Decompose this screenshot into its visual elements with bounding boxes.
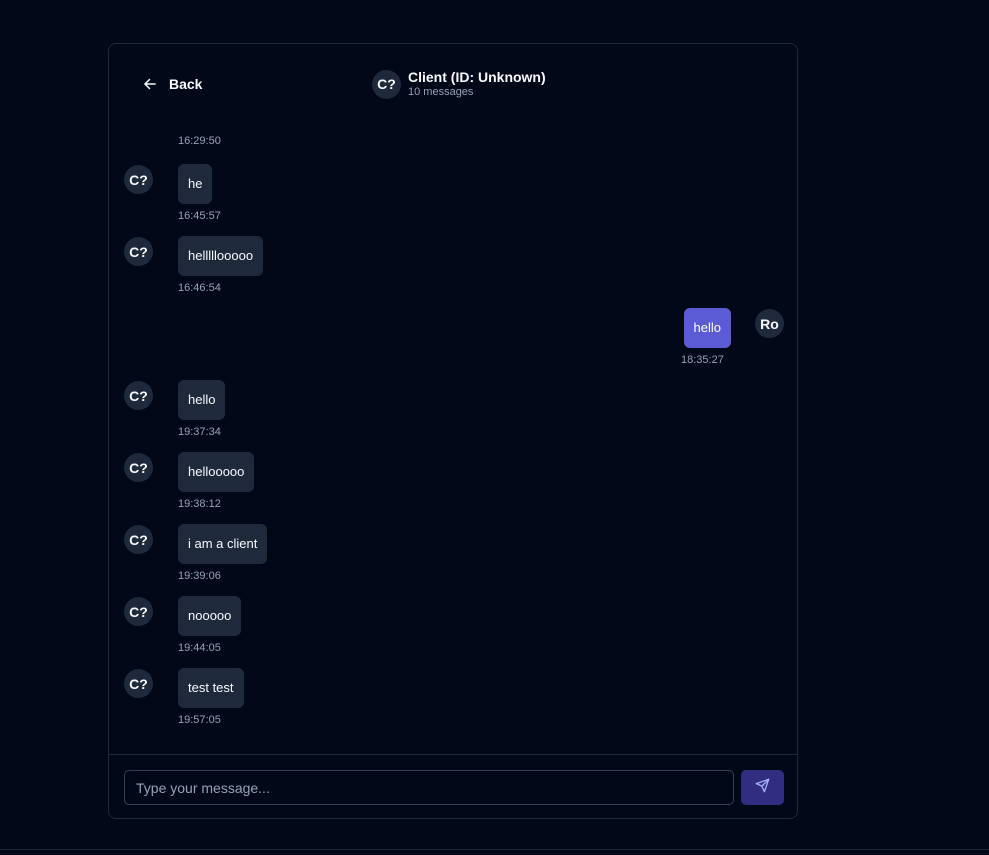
message-time: 16:46:54 [178, 282, 221, 294]
chat-header: C? Client (ID: Unknown) 10 messages [372, 69, 546, 99]
message-bubble: helllllooooo [178, 236, 264, 276]
message-bubble: i am a client [178, 524, 268, 564]
message-bubble: hellooooo [178, 452, 255, 492]
message-count: 10 messages [408, 86, 474, 98]
message-time: 19:44:05 [178, 642, 221, 654]
chat-title: Client (ID: Unknown) [408, 69, 546, 85]
message-bubble: hello [683, 308, 731, 348]
message-time: 19:39:06 [178, 570, 221, 582]
send-button[interactable] [741, 770, 784, 805]
message-time: 16:29:50 [178, 135, 221, 147]
send-icon [755, 778, 770, 798]
sender-avatar: C? [124, 453, 153, 482]
message-time: 19:57:05 [178, 714, 221, 726]
client-avatar: C? [372, 69, 401, 99]
chat-panel: Back C? Client (ID: Unknown) 10 messages… [108, 43, 798, 819]
message-time: 16:45:57 [178, 210, 221, 222]
sender-avatar: C? [124, 597, 153, 626]
sender-avatar: C? [124, 165, 153, 194]
message-bubble: he [178, 164, 213, 204]
sender-avatar: C? [124, 669, 153, 698]
back-label: Back [169, 76, 203, 92]
message-time: 18:35:27 [681, 354, 724, 366]
sender-avatar: Ro [755, 309, 784, 338]
message-time: 19:37:34 [178, 426, 221, 438]
message-time: 19:38:12 [178, 498, 221, 510]
message-input[interactable] [124, 770, 734, 805]
sender-avatar: C? [124, 525, 153, 554]
message-list[interactable]: 16:29:50 C? he 16:45:57 C? helllllooooo … [109, 124, 797, 754]
message-bubble: hello [178, 380, 226, 420]
sender-avatar: C? [124, 381, 153, 410]
back-button[interactable]: Back [137, 70, 208, 98]
message-bubble: test test [178, 668, 244, 708]
sender-avatar: C? [124, 237, 153, 266]
page-divider [0, 849, 989, 850]
message-composer [109, 754, 797, 818]
message-bubble: nooooo [178, 596, 242, 636]
arrow-left-icon [143, 77, 157, 91]
